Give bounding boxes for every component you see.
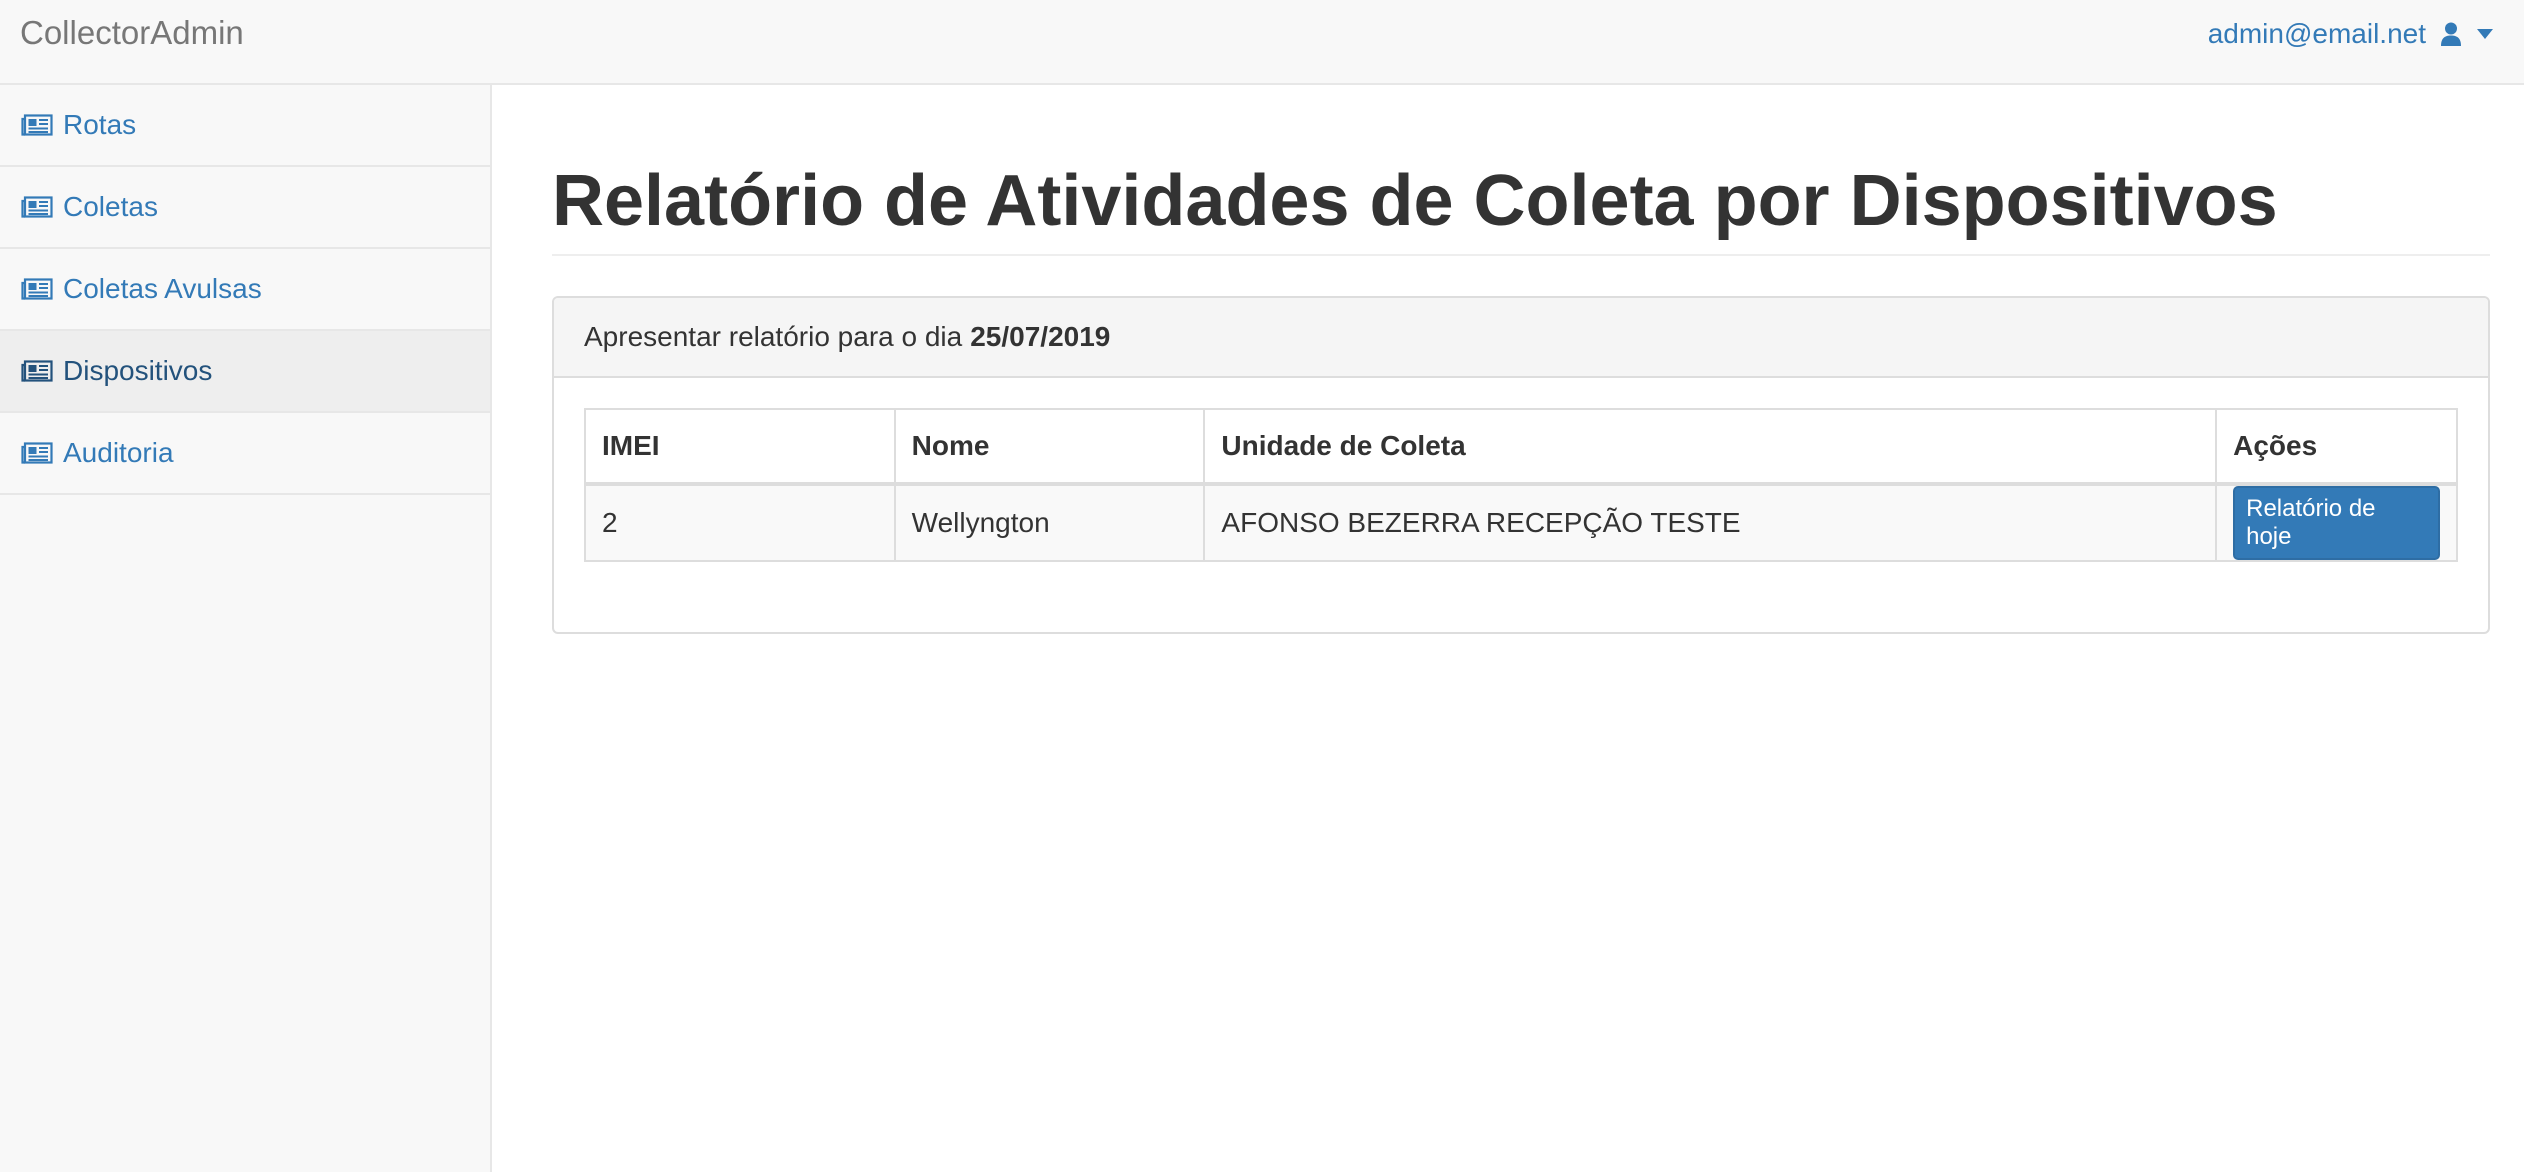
report-date: 25/07/2019 [970,321,1111,352]
user-email[interactable]: admin@email.net [2208,18,2426,50]
sidebar-item-label: Coletas Avulsas [63,273,262,304]
sidebar-item-label: Dispositivos [63,355,213,386]
user-menu[interactable]: admin@email.net [2208,18,2494,50]
cell-acoes: Relatório de hoje [2215,483,2458,562]
today-report-button[interactable]: Relatório de hoje [2233,486,2440,560]
sidebar-item-dispositivos[interactable]: Dispositivos [0,331,490,413]
cell-unidade: AFONSO BEZERRA RECEPÇÃO TESTE [1203,483,2218,562]
newspaper-icon [21,114,53,136]
user-icon [2440,22,2462,46]
table-row: 2 Wellyngton AFONSO BEZERRA RECEPÇÃO TES… [584,483,2458,562]
newspaper-icon [21,278,53,300]
brand-logo[interactable]: CollectorAdmin [20,14,244,52]
column-header-acoes: Ações [2215,408,2458,486]
cell-nome: Wellyngton [893,483,1206,562]
top-navbar: CollectorAdmin admin@email.net [0,0,2524,85]
panel-body: IMEI Nome Unidade de Coleta Ações 2 Well… [554,378,2488,632]
panel-heading: Apresentar relatório para o dia 25/07/20… [554,298,2488,378]
table-header-row: IMEI Nome Unidade de Coleta Ações [584,408,2458,486]
page-header: Relatório de Atividades de Coleta por Di… [552,165,2490,256]
page-title: Relatório de Atividades de Coleta por Di… [552,161,2278,241]
newspaper-icon [21,360,53,382]
panel-heading-text: Apresentar relatório para o dia [584,321,963,352]
sidebar: Rotas Coletas Coletas Avulsas Dispositiv… [0,85,492,1172]
column-header-imei: IMEI [584,408,896,486]
column-header-unidade: Unidade de Coleta [1203,408,2218,486]
column-header-nome: Nome [893,408,1206,486]
sidebar-item-label: Rotas [63,109,137,140]
sidebar-item-coletas[interactable]: Coletas [0,167,490,249]
newspaper-icon [21,196,53,218]
sidebar-item-label: Auditoria [63,437,174,468]
sidebar-item-label: Coletas [63,191,158,222]
sidebar-item-coletas-avulsas[interactable]: Coletas Avulsas [0,249,490,331]
devices-table: IMEI Nome Unidade de Coleta Ações 2 Well… [584,408,2458,562]
sidebar-item-auditoria[interactable]: Auditoria [0,413,490,495]
newspaper-icon [21,442,53,464]
report-panel: Apresentar relatório para o dia 25/07/20… [552,296,2490,634]
sidebar-item-rotas[interactable]: Rotas [0,85,490,167]
cell-imei: 2 [584,483,896,562]
caret-down-icon[interactable] [2476,28,2494,40]
main-content: Relatório de Atividades de Coleta por Di… [552,85,2490,634]
